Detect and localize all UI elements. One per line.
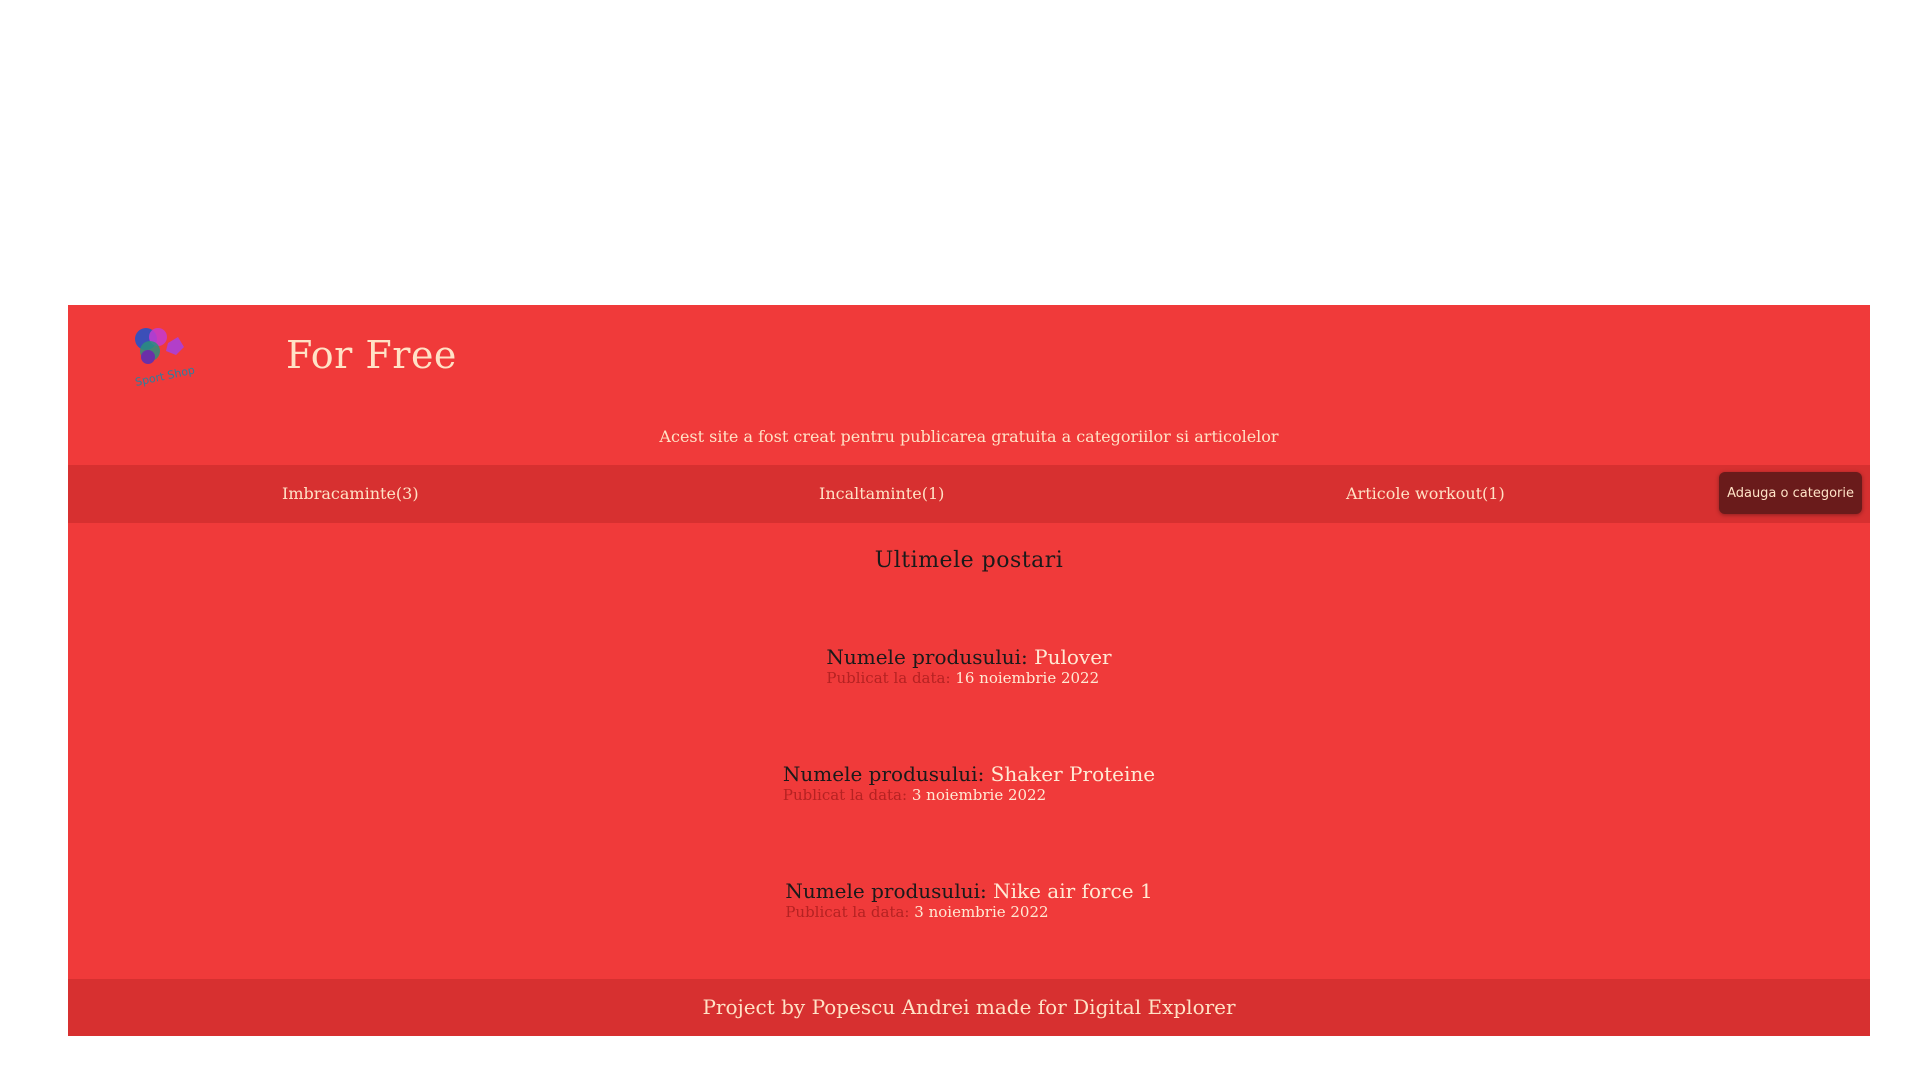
post-date-value: 16 noiembrie 2022 [955, 669, 1100, 687]
post-date-line: Publicat la data: 3 noiembrie 2022 [783, 786, 1155, 804]
post-date-line: Publicat la data: 16 noiembrie 2022 [826, 669, 1111, 687]
post-name-line: Numele produsului: Nike air force 1 [785, 879, 1152, 903]
sport-shop-logo[interactable]: Sport Shop [128, 323, 218, 393]
post-date-label: Publicat la data: [785, 903, 910, 921]
post-name-label: Numele produsului: [785, 879, 987, 903]
post-date-line: Publicat la data: 3 noiembrie 2022 [785, 903, 1152, 921]
list-item: Numele produsului: Shaker Proteine Publi… [68, 762, 1870, 879]
site-header: Sport Shop For Free Acest site a fost cr… [68, 305, 1870, 465]
post-name-line: Numele produsului: Pulover [826, 645, 1111, 669]
post-card[interactable]: Numele produsului: Shaker Proteine Publi… [783, 762, 1155, 804]
post-card[interactable]: Numele produsului: Nike air force 1 Publ… [785, 879, 1152, 921]
site-subtitle: Acest site a fost creat pentru publicare… [659, 427, 1279, 446]
category-nav: Imbracaminte(3) Incaltaminte(1) Articole… [68, 465, 1870, 523]
post-name-line: Numele produsului: Shaker Proteine [783, 762, 1155, 786]
post-name-value[interactable]: Pulover [1034, 645, 1111, 669]
site-title[interactable]: For Free [286, 333, 457, 377]
posts-list: Numele produsului: Pulover Publicat la d… [68, 645, 1870, 996]
nav-item-imbracaminte[interactable]: Imbracaminte(3) [282, 465, 419, 523]
logo-graphic: Sport Shop [134, 328, 196, 389]
logo-text: Sport Shop [134, 364, 196, 389]
post-name-label: Numele produsului: [782, 762, 985, 786]
site-footer: Project by Popescu Andrei made for Digit… [68, 979, 1870, 1036]
post-date-label: Publicat la data: [782, 786, 908, 804]
nav-item-articole-workout[interactable]: Articole workout(1) [1346, 465, 1505, 523]
list-item: Numele produsului: Pulover Publicat la d… [68, 645, 1870, 762]
section-title: Ultimele postari [874, 548, 1064, 573]
site-container: Sport Shop For Free Acest site a fost cr… [68, 305, 1870, 1036]
post-date-value: 3 noiembrie 2022 [911, 786, 1047, 804]
post-card[interactable]: Numele produsului: Pulover Publicat la d… [826, 645, 1111, 687]
post-name-value[interactable]: Nike air force 1 [993, 879, 1153, 903]
post-date-label: Publicat la data: [826, 669, 951, 687]
post-name-value[interactable]: Shaker Proteine [991, 762, 1155, 786]
add-category-button[interactable]: Adauga o categorie [1719, 472, 1862, 514]
post-name-label: Numele produsului: [826, 645, 1028, 669]
post-date-value: 3 noiembrie 2022 [914, 903, 1049, 921]
nav-item-incaltaminte[interactable]: Incaltaminte(1) [819, 465, 944, 523]
